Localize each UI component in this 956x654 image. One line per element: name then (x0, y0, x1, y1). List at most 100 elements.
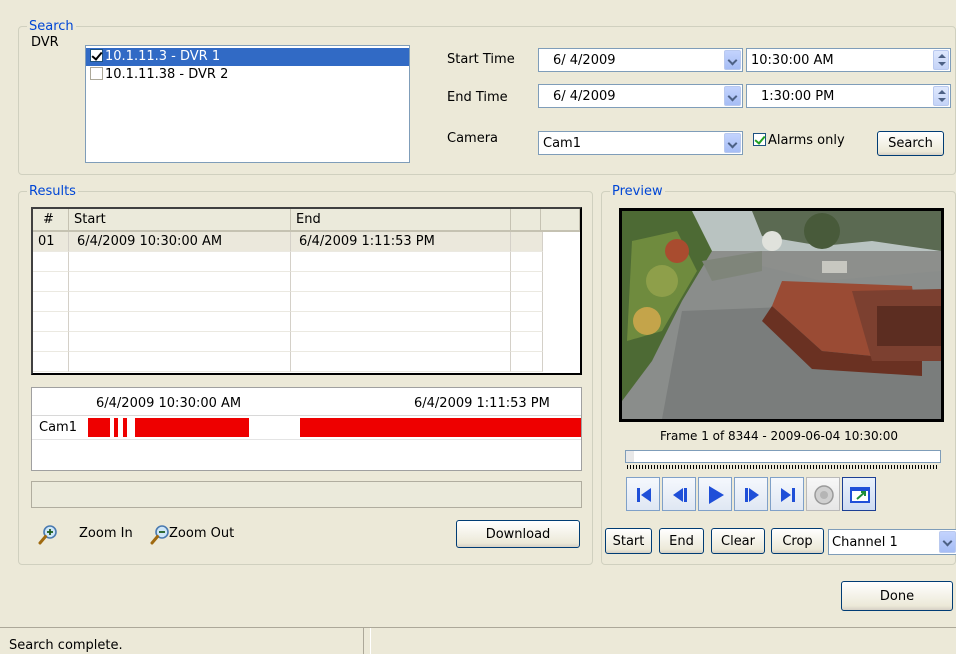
spinner-icon[interactable] (933, 86, 949, 106)
cell-extra (511, 232, 543, 252)
empty-cell (291, 252, 511, 272)
end-time-value: 1:30:00 PM (761, 89, 835, 104)
status-text: Search complete. (9, 638, 123, 653)
checkbox-icon[interactable] (753, 133, 766, 146)
play-icon (709, 486, 724, 504)
zoom-out-label: Zoom Out (169, 526, 235, 541)
alarms-only-label: Alarms only (768, 133, 845, 148)
column-header-start[interactable]: Start (69, 209, 291, 232)
empty-cell (33, 272, 69, 292)
results-table: # Start End 01 6/4/2009 10:30:00 AM 6/4/… (31, 207, 582, 375)
search-legend: Search (29, 19, 74, 34)
start-time-field[interactable]: 10:30:00 AM (746, 48, 951, 72)
empty-cell (69, 272, 291, 292)
audio-button[interactable] (806, 477, 840, 511)
timeline-scrollbar[interactable] (31, 481, 582, 508)
alarm-segment[interactable] (135, 418, 249, 437)
empty-cell (33, 292, 69, 312)
play-button[interactable] (698, 477, 732, 511)
empty-cell (33, 312, 69, 332)
slider-track (625, 450, 941, 463)
dvr-item-2[interactable]: 10.1.11.38 - DVR 2 (86, 66, 409, 84)
empty-table-row (33, 292, 543, 312)
alarms-only-checkbox[interactable]: Alarms only (753, 133, 845, 148)
empty-cell (291, 312, 511, 332)
done-button[interactable]: Done (841, 581, 953, 611)
zoom-out-icon (150, 525, 169, 545)
step-forward-button[interactable] (734, 477, 768, 511)
empty-table-row (33, 352, 543, 372)
column-header-extra-2[interactable] (541, 209, 580, 232)
timeline-end-label: 6/4/2009 1:11:53 PM (414, 396, 550, 411)
empty-table-row (33, 272, 543, 292)
channel-value: Channel 1 (832, 535, 898, 550)
empty-cell (33, 332, 69, 352)
skip-start-icon (637, 488, 651, 502)
crop-button[interactable]: Crop (771, 528, 824, 554)
empty-cell (291, 352, 511, 372)
channel-select[interactable]: Channel 1 (828, 529, 956, 555)
dropdown-arrow-icon[interactable] (724, 86, 741, 106)
end-date-picker[interactable]: 6/ 4/2009 (538, 84, 743, 108)
dvr-2-checkbox[interactable] (90, 67, 103, 80)
dropdown-arrow-icon[interactable] (724, 50, 741, 70)
start-time-value: 10:30:00 AM (751, 53, 834, 68)
dropdown-arrow-icon[interactable] (724, 133, 741, 153)
empty-cell (291, 292, 511, 312)
start-time-label: Start Time (447, 52, 515, 67)
timeline-divider (32, 439, 581, 440)
preview-legend: Preview (612, 184, 663, 199)
alarm-segment[interactable] (88, 418, 110, 437)
step-back-button[interactable] (662, 477, 696, 511)
dvr-1-checkbox[interactable] (90, 49, 103, 62)
zoom-in-icon (38, 525, 57, 545)
skip-end-button[interactable] (770, 477, 804, 511)
alarm-segment[interactable] (300, 418, 581, 437)
empty-table-row (33, 332, 543, 352)
clip-end-button[interactable]: End (659, 528, 704, 554)
alarm-segment[interactable] (114, 418, 118, 437)
slider-thumb[interactable] (626, 451, 634, 462)
status-bar: Search complete. (0, 627, 956, 654)
skip-start-button[interactable] (626, 477, 660, 511)
camera-select[interactable]: Cam1 (538, 131, 743, 155)
empty-cell (291, 332, 511, 352)
dvr-item-label: 10.1.11.38 - DVR 2 (105, 67, 229, 82)
alarm-segment[interactable] (123, 418, 127, 437)
playback-slider[interactable] (625, 450, 943, 472)
start-date-picker[interactable]: 6/ 4/2009 (538, 48, 743, 72)
clip-start-button[interactable]: Start (605, 528, 652, 554)
popout-icon (850, 487, 870, 503)
search-button[interactable]: Search (877, 131, 944, 156)
step-back-icon (673, 488, 687, 502)
empty-cell (69, 332, 291, 352)
empty-cell (69, 312, 291, 332)
empty-cell (511, 252, 543, 272)
dropdown-arrow-icon[interactable] (939, 531, 956, 553)
popout-button[interactable] (842, 477, 876, 511)
dvr-list[interactable]: 10.1.11.3 - DVR 1 10.1.11.38 - DVR 2 (85, 45, 410, 163)
end-date-value: 6/ 4/2009 (553, 89, 616, 104)
column-header-num[interactable]: # (33, 209, 69, 232)
timeline-track-label: Cam1 (39, 420, 77, 435)
dvr-item-label: 10.1.11.3 - DVR 1 (105, 49, 221, 64)
table-row[interactable]: 01 6/4/2009 10:30:00 AM 6/4/2009 1:11:53… (33, 232, 543, 252)
audio-icon (814, 485, 834, 505)
step-forward-icon (745, 488, 759, 502)
column-header-end[interactable]: End (291, 209, 511, 232)
zoom-in-label: Zoom In (79, 526, 133, 541)
empty-table-row (33, 252, 543, 272)
dvr-item-1[interactable]: 10.1.11.3 - DVR 1 (86, 48, 409, 66)
slider-ticks (627, 465, 939, 469)
skip-end-icon (781, 488, 795, 502)
preview-video-frame[interactable] (619, 208, 944, 422)
column-header-extra-1[interactable] (511, 209, 541, 232)
download-button[interactable]: Download (456, 520, 580, 548)
clear-button[interactable]: Clear (711, 528, 765, 554)
end-time-field[interactable]: 1:30:00 PM (746, 84, 951, 108)
start-date-value: 6/ 4/2009 (553, 53, 616, 68)
frame-info: Frame 1 of 8344 - 2009-06-04 10:30:00 (660, 429, 898, 443)
timeline-panel[interactable]: 6/4/2009 10:30:00 AM 6/4/2009 1:11:53 PM… (31, 387, 582, 471)
empty-cell (69, 252, 291, 272)
spinner-icon[interactable] (933, 50, 949, 70)
